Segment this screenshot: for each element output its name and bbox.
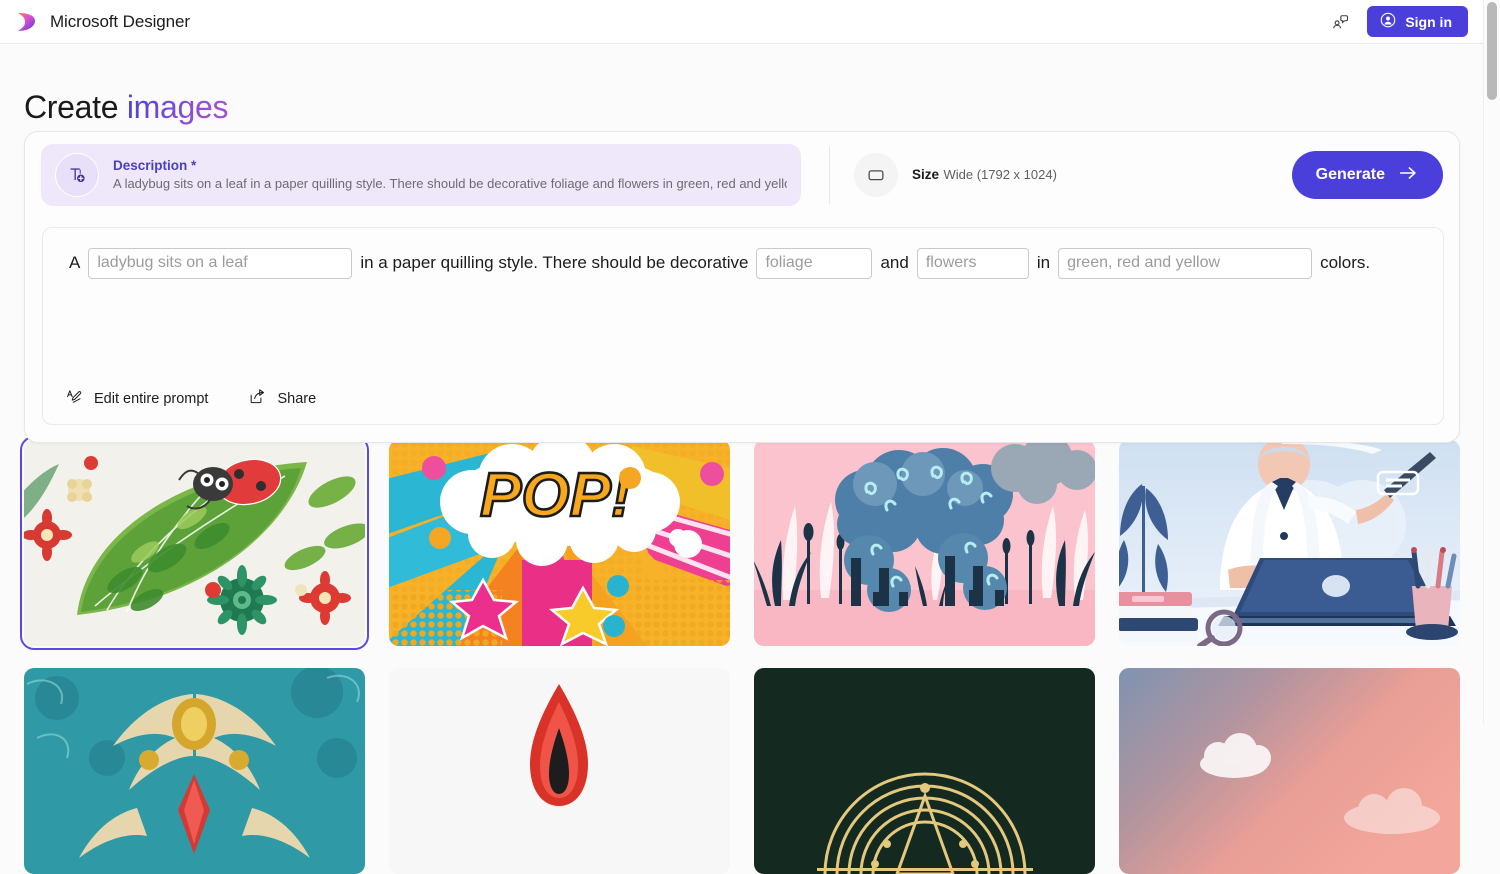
prompt-text-colors: colors. — [1320, 253, 1371, 272]
sign-in-label: Sign in — [1405, 13, 1452, 30]
blue-sheep-pink-field-image — [754, 440, 1095, 646]
prompt-text-in: in — [1036, 253, 1051, 272]
page-scrollbar-thumb[interactable] — [1487, 2, 1497, 100]
page-scrollbar-track[interactable] — [1484, 0, 1500, 724]
prompt-editor[interactable]: A in a paper quilling style. There shoul… — [42, 227, 1444, 425]
result-thumbnail-doctor-at-laptop[interactable] — [1119, 440, 1460, 646]
size-value: Wide (1792 x 1024) — [943, 167, 1057, 182]
share-button[interactable]: Share — [248, 387, 316, 410]
prompt-editor-actions: Edit entire prompt Share — [65, 387, 316, 410]
result-thumbnail-gold-deco-arch-green[interactable] — [754, 668, 1095, 874]
toolbar-divider — [829, 146, 830, 204]
top-bar: Microsoft Designer Sign in — [0, 0, 1484, 44]
slot-subject-input[interactable] — [88, 247, 353, 279]
prompt-card-toolbar: Description * A ladybug sits on a leaf i… — [25, 132, 1459, 218]
slot-flowers-input[interactable] — [916, 247, 1029, 279]
text-edit-pencil-icon — [65, 387, 84, 410]
person-circle-icon — [1379, 11, 1397, 32]
slot-foliage-input[interactable] — [756, 247, 873, 279]
page-title-prefix: Create — [24, 89, 119, 126]
slot-colors-input[interactable] — [1058, 247, 1313, 279]
doctor-at-laptop-image — [1119, 440, 1460, 646]
prompt-text-style: in a paper quilling style. There should … — [360, 253, 749, 272]
brand[interactable]: Microsoft Designer — [14, 10, 190, 34]
comic-pop-burst-image: POP! — [389, 440, 730, 646]
feedback-persona-icon[interactable] — [1327, 9, 1353, 35]
page-title-accent: images — [126, 89, 229, 126]
size-chip[interactable]: Size Wide (1792 x 1024) — [854, 153, 1057, 197]
result-thumbnail-teal-gold-ornament[interactable] — [24, 668, 365, 874]
pink-blue-gradient-sky-image — [1119, 668, 1460, 874]
edit-entire-prompt-label: Edit entire prompt — [94, 390, 209, 407]
result-thumbnail-blue-sheep-pink-field[interactable] — [754, 440, 1095, 646]
prompt-template-line: A in a paper quilling style. There shoul… — [65, 246, 1421, 280]
prompt-text-and: and — [880, 253, 909, 272]
edit-entire-prompt-button[interactable]: Edit entire prompt — [65, 387, 208, 410]
gold-deco-arch-green-image — [754, 668, 1095, 874]
quilling-ladybug-leaf-image — [24, 440, 365, 646]
size-label: Size — [912, 167, 940, 182]
result-thumbnail-red-flame-white[interactable] — [389, 668, 730, 874]
red-flame-white-image — [389, 668, 730, 874]
generate-button[interactable]: Generate — [1291, 151, 1443, 199]
prompt-card: Description * A ladybug sits on a leaf i… — [24, 131, 1460, 443]
brand-title: Microsoft Designer — [50, 11, 190, 31]
page-title: Create images — [24, 89, 229, 126]
result-thumbnail-quilling-ladybug-leaf[interactable] — [20, 436, 369, 650]
sign-in-button[interactable]: Sign in — [1367, 6, 1468, 37]
description-value: A ladybug sits on a leaf in a paper quil… — [113, 176, 787, 191]
text-add-icon — [55, 153, 99, 197]
designer-logo-icon — [14, 10, 38, 34]
share-label: Share — [277, 390, 317, 407]
result-thumbnail-pink-blue-gradient-sky[interactable] — [1119, 668, 1460, 874]
prompt-text-a: A — [69, 253, 81, 272]
share-icon — [248, 387, 267, 410]
teal-gold-ornament-image — [24, 668, 365, 874]
results-grid: POP! — [0, 436, 1484, 874]
description-label: Description * — [113, 158, 197, 173]
description-chip[interactable]: Description * A ladybug sits on a leaf i… — [41, 144, 801, 206]
top-bar-actions: Sign in — [1327, 6, 1484, 37]
rectangle-wide-icon — [854, 153, 898, 197]
arrow-right-icon — [1397, 162, 1419, 189]
generate-label: Generate — [1315, 166, 1385, 183]
result-thumbnail-comic-pop-burst[interactable]: POP! — [389, 440, 730, 646]
svg-text:POP!: POP! — [480, 461, 632, 530]
